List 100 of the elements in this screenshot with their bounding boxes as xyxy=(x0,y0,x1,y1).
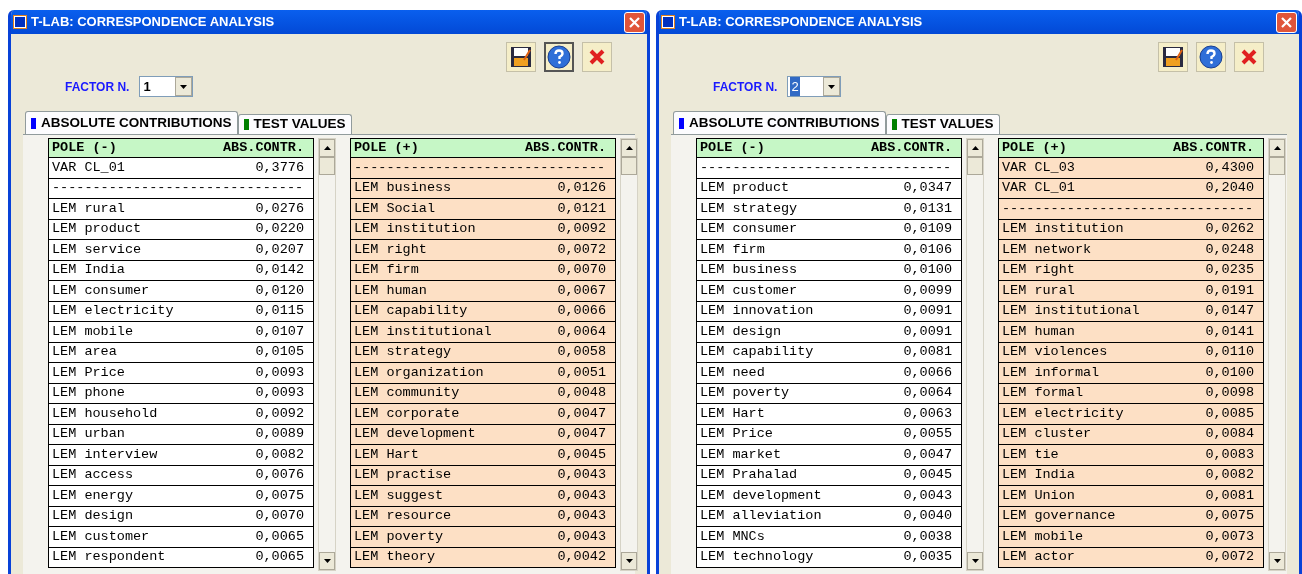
table-row[interactable]: LEM business 0,0100 xyxy=(697,260,961,280)
table-row[interactable]: LEM India 0,0082 xyxy=(999,465,1263,485)
table-row[interactable]: LEM theory 0,0042 xyxy=(351,547,615,567)
table-row[interactable]: LEM resource 0,0043 xyxy=(351,506,615,526)
table-row[interactable]: LEM customer 0,0065 xyxy=(49,527,313,547)
scroll-thumb[interactable] xyxy=(1269,157,1285,175)
table-row[interactable]: LEM Social 0,0121 xyxy=(351,199,615,219)
table-row[interactable]: LEM electricity 0,0115 xyxy=(49,301,313,321)
table-row[interactable]: LEM poverty 0,0064 xyxy=(697,383,961,403)
save-button[interactable] xyxy=(506,42,536,72)
table-row[interactable]: LEM institutional 0,0064 xyxy=(351,322,615,342)
table-row[interactable]: LEM household 0,0092 xyxy=(49,404,313,424)
table-row[interactable]: LEM energy 0,0075 xyxy=(49,486,313,506)
table-row[interactable]: LEM customer 0,0099 xyxy=(697,281,961,301)
table-row[interactable]: LEM right 0,0072 xyxy=(351,240,615,260)
help-button[interactable] xyxy=(544,42,574,72)
tab[interactable]: ABSOLUTE CONTRIBUTIONS xyxy=(25,111,238,134)
table-row[interactable]: LEM access 0,0076 xyxy=(49,465,313,485)
table-row[interactable]: LEM design 0,0091 xyxy=(697,322,961,342)
table-row[interactable]: LEM service 0,0207 xyxy=(49,240,313,260)
table-row[interactable]: LEM organization 0,0051 xyxy=(351,363,615,383)
table-row[interactable]: LEM rural 0,0191 xyxy=(999,281,1263,301)
scroll-down-button[interactable] xyxy=(621,552,637,570)
table-row[interactable]: LEM phone 0,0093 xyxy=(49,383,313,403)
table-row[interactable]: LEM consumer 0,0120 xyxy=(49,281,313,301)
factor-dropdown[interactable]: 2 xyxy=(787,76,842,97)
table-row[interactable]: LEM network 0,0248 xyxy=(999,240,1263,260)
scroll-down-button[interactable] xyxy=(319,552,335,570)
table-row[interactable]: LEM institution 0,0262 xyxy=(999,219,1263,239)
table-row[interactable]: LEM market 0,0047 xyxy=(697,445,961,465)
table-row[interactable]: LEM practise 0,0043 xyxy=(351,465,615,485)
table-row[interactable]: LEM electricity 0,0085 xyxy=(999,404,1263,424)
table-row[interactable]: LEM strategy 0,0058 xyxy=(351,342,615,362)
table-row[interactable]: LEM area 0,0105 xyxy=(49,342,313,362)
table-row[interactable]: LEM community 0,0048 xyxy=(351,383,615,403)
scroll-thumb[interactable] xyxy=(319,157,335,175)
table-row[interactable]: LEM corporate 0,0047 xyxy=(351,404,615,424)
table-row[interactable]: LEM poverty 0,0043 xyxy=(351,527,615,547)
close-button[interactable] xyxy=(624,11,645,33)
factor-dropdown[interactable]: 1 xyxy=(139,76,194,97)
table-row[interactable]: VAR CL_01 0,2040 xyxy=(999,178,1263,198)
table-row[interactable]: LEM business 0,0126 xyxy=(351,178,615,198)
table-row[interactable]: LEM suggest 0,0043 xyxy=(351,486,615,506)
table-row[interactable]: LEM human 0,0141 xyxy=(999,322,1263,342)
table-row[interactable]: LEM mobile 0,0073 xyxy=(999,527,1263,547)
scroll-up-button[interactable] xyxy=(319,139,335,157)
table-row[interactable]: LEM capability 0,0081 xyxy=(697,342,961,362)
table-row[interactable]: LEM cluster 0,0084 xyxy=(999,424,1263,444)
scroll-thumb[interactable] xyxy=(967,157,983,175)
tab[interactable]: ABSOLUTE CONTRIBUTIONS xyxy=(673,111,886,134)
table-row[interactable]: VAR CL_01 0,3776 xyxy=(49,158,313,178)
table-row[interactable]: LEM governance 0,0075 xyxy=(999,506,1263,526)
table-row[interactable]: LEM actor 0,0072 xyxy=(999,547,1263,567)
table-row[interactable]: LEM firm 0,0070 xyxy=(351,260,615,280)
table-row[interactable]: LEM design 0,0070 xyxy=(49,506,313,526)
table-row[interactable]: LEM Union 0,0081 xyxy=(999,486,1263,506)
table-row[interactable]: LEM urban 0,0089 xyxy=(49,424,313,444)
table-row[interactable]: LEM development 0,0043 xyxy=(697,486,961,506)
help-button[interactable] xyxy=(1196,42,1226,72)
table-row[interactable]: LEM mobile 0,0107 xyxy=(49,322,313,342)
table-row[interactable]: LEM product 0,0347 xyxy=(697,178,961,198)
table-row[interactable]: LEM alleviation 0,0040 xyxy=(697,506,961,526)
table-row[interactable]: LEM innovation 0,0091 xyxy=(697,301,961,321)
scroll-up-button[interactable] xyxy=(1269,139,1285,157)
table-row[interactable]: LEM development 0,0047 xyxy=(351,424,615,444)
table-row[interactable]: LEM institutional 0,0147 xyxy=(999,301,1263,321)
table-row[interactable]: LEM Prahalad 0,0045 xyxy=(697,465,961,485)
tab[interactable]: TEST VALUES xyxy=(237,114,352,134)
table-row[interactable]: LEM human 0,0067 xyxy=(351,281,615,301)
table-row[interactable]: LEM institution 0,0092 xyxy=(351,219,615,239)
scroll-up-button[interactable] xyxy=(967,139,983,157)
save-button[interactable] xyxy=(1158,42,1188,72)
table-row[interactable]: LEM formal 0,0098 xyxy=(999,383,1263,403)
table-row[interactable]: LEM violences 0,0110 xyxy=(999,342,1263,362)
table-row[interactable]: LEM Hart 0,0063 xyxy=(697,404,961,424)
table-row[interactable]: LEM Price 0,0055 xyxy=(697,424,961,444)
scroll-down-button[interactable] xyxy=(967,552,983,570)
table-row[interactable]: LEM right 0,0235 xyxy=(999,260,1263,280)
table-row[interactable]: LEM need 0,0066 xyxy=(697,363,961,383)
table-row[interactable]: LEM rural 0,0276 xyxy=(49,199,313,219)
scroll-down-button[interactable] xyxy=(1269,552,1285,570)
table-row[interactable]: LEM India 0,0142 xyxy=(49,260,313,280)
cancel-button[interactable] xyxy=(1234,42,1264,72)
table-row[interactable]: LEM informal 0,0100 xyxy=(999,363,1263,383)
scroll-up-button[interactable] xyxy=(621,139,637,157)
table-row[interactable]: LEM consumer 0,0109 xyxy=(697,219,961,239)
scroll-thumb[interactable] xyxy=(621,157,637,175)
table-row[interactable]: LEM capability 0,0066 xyxy=(351,301,615,321)
table-row[interactable]: LEM technology 0,0035 xyxy=(697,547,961,567)
table-row[interactable]: LEM interview 0,0082 xyxy=(49,445,313,465)
table-row[interactable]: LEM Hart 0,0045 xyxy=(351,445,615,465)
close-button[interactable] xyxy=(1276,11,1297,33)
table-row[interactable]: LEM tie 0,0083 xyxy=(999,445,1263,465)
cancel-button[interactable] xyxy=(582,42,612,72)
table-row[interactable]: LEM MNCs 0,0038 xyxy=(697,527,961,547)
table-row[interactable]: LEM strategy 0,0131 xyxy=(697,199,961,219)
table-row[interactable]: LEM product 0,0220 xyxy=(49,219,313,239)
table-row[interactable]: VAR CL_03 0,4300 xyxy=(999,158,1263,178)
tab[interactable]: TEST VALUES xyxy=(885,114,1000,134)
table-row[interactable]: LEM firm 0,0106 xyxy=(697,240,961,260)
